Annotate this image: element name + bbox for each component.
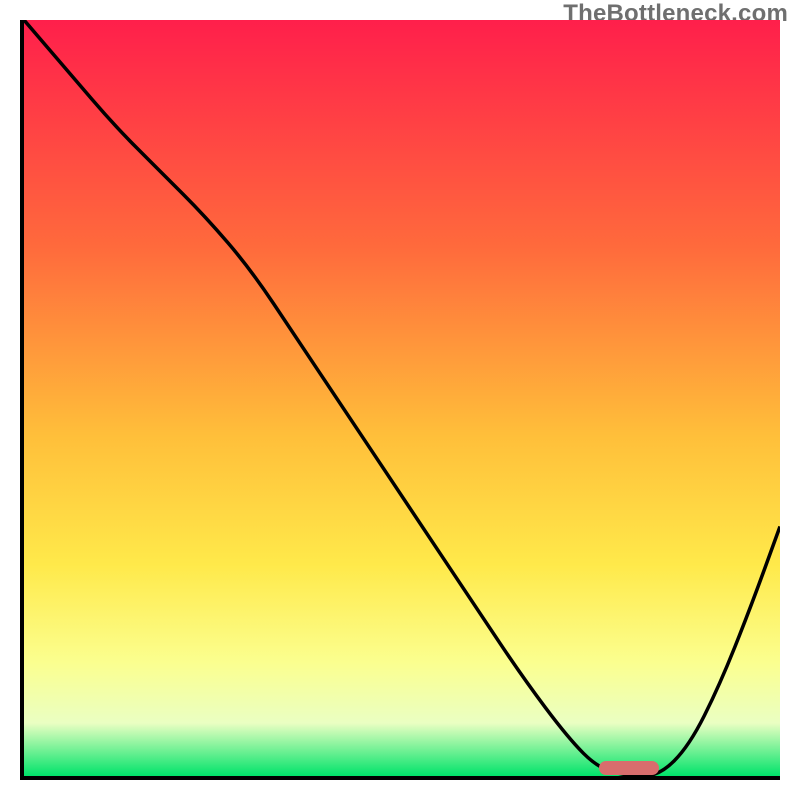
plot-area: [20, 20, 780, 780]
bottleneck-chart: TheBottleneck.com: [0, 0, 800, 800]
bottleneck-curve: [24, 20, 780, 776]
optimal-range-marker: [599, 761, 659, 775]
